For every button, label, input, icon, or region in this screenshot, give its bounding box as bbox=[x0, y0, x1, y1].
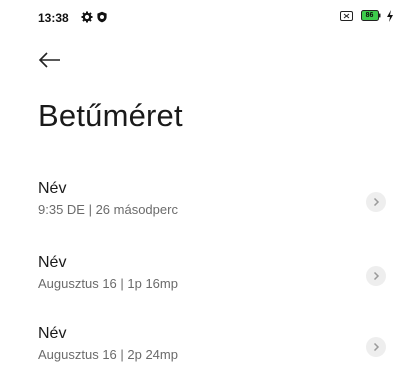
list-item[interactable]: Név Augusztus 16 | 1p 16mp bbox=[0, 254, 399, 316]
arrow-left-icon bbox=[38, 52, 60, 68]
page-title: Betűméret bbox=[38, 98, 183, 133]
list-item[interactable]: Név Augusztus 16 | 2p 24mp bbox=[0, 325, 399, 387]
list-item-name: Név bbox=[38, 254, 67, 271]
charging-icon bbox=[387, 10, 393, 22]
list-item-name: Név bbox=[38, 325, 67, 342]
chevron-right-icon bbox=[366, 337, 386, 357]
list-item-meta: Augusztus 16 | 2p 24mp bbox=[38, 347, 178, 362]
back-button[interactable] bbox=[36, 48, 64, 72]
list-item-meta: Augusztus 16 | 1p 16mp bbox=[38, 276, 178, 291]
status-time: 13:38 bbox=[38, 11, 69, 25]
sim-icon bbox=[340, 11, 353, 21]
battery-level: 86 bbox=[365, 12, 374, 19]
chevron-right-icon bbox=[366, 192, 386, 212]
shield-icon bbox=[97, 11, 107, 23]
list-item[interactable]: Név 9:35 DE | 26 másodperc bbox=[0, 180, 399, 242]
list-item-meta: 9:35 DE | 26 másodperc bbox=[38, 202, 178, 217]
chevron-right-icon bbox=[366, 266, 386, 286]
gear-icon bbox=[81, 11, 93, 23]
list-item-name: Név bbox=[38, 180, 67, 197]
status-bar: 13:38 86 bbox=[0, 0, 399, 34]
